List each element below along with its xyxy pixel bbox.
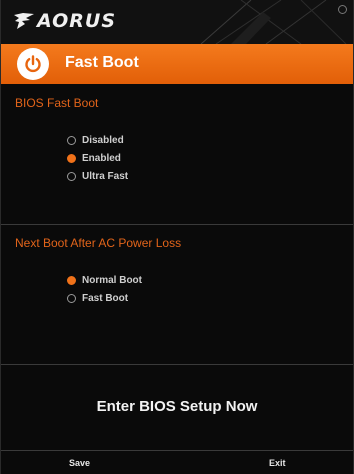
- enter-bios-setup-button[interactable]: Enter BIOS Setup Now: [1, 398, 353, 415]
- power-icon: [17, 48, 49, 80]
- section-title-bios-fast-boot: BIOS Fast Boot: [15, 96, 99, 110]
- exit-button[interactable]: Exit: [269, 458, 286, 468]
- save-button[interactable]: Save: [69, 458, 90, 468]
- radio-option-enabled[interactable]: Enabled: [67, 151, 121, 165]
- radio-unselected-icon: [67, 171, 76, 181]
- aorus-logo: AORUS: [13, 9, 116, 33]
- option-label: Enabled: [82, 152, 121, 164]
- settings-icon[interactable]: [338, 5, 347, 14]
- fast-boot-window: AORUS Fast Boot BIOS Fast Boot Disabled …: [0, 0, 354, 474]
- radio-option-disabled[interactable]: Disabled: [67, 133, 124, 147]
- radio-selected-icon: [67, 153, 76, 163]
- radio-option-normal-boot[interactable]: Normal Boot: [67, 273, 142, 287]
- footer-divider: [1, 450, 353, 451]
- radio-selected-icon: [67, 275, 76, 285]
- option-label: Ultra Fast: [82, 170, 129, 182]
- section-title-next-boot: Next Boot After AC Power Loss: [15, 236, 182, 250]
- radio-unselected-icon: [67, 135, 76, 145]
- radio-option-ultra-fast[interactable]: Ultra Fast: [67, 169, 128, 183]
- option-label: Disabled: [82, 134, 124, 146]
- footer-bar: Save Exit: [1, 452, 353, 474]
- option-label: Normal Boot: [82, 274, 142, 286]
- section-divider: [1, 224, 353, 225]
- page-title: Fast Boot: [65, 54, 139, 71]
- brand-bar: AORUS: [1, 0, 353, 45]
- radio-option-fast-boot[interactable]: Fast Boot: [67, 291, 128, 305]
- option-label: Fast Boot: [82, 292, 129, 304]
- logo-text: AORUS: [37, 10, 117, 32]
- section-divider: [1, 364, 353, 365]
- aorus-eagle-icon: [14, 13, 34, 29]
- title-bar: Fast Boot: [1, 44, 353, 84]
- radio-unselected-icon: [67, 293, 76, 303]
